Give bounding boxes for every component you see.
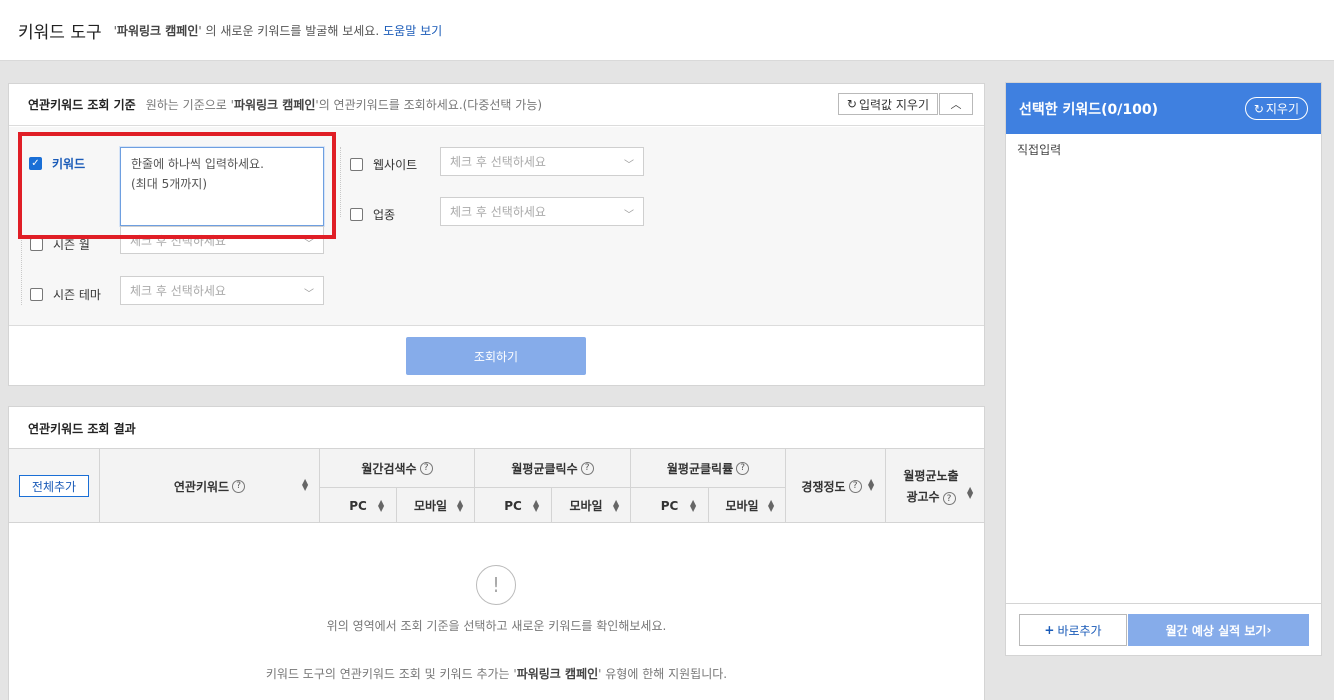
help-link[interactable]: 도움말 보기	[383, 22, 442, 39]
industry-select[interactable]: 체크 후 선택하세요 ﹀	[440, 197, 644, 226]
season-theme-label: 시즌 테마	[53, 288, 101, 302]
website-checkbox[interactable]	[350, 158, 363, 171]
col-ctr-pc[interactable]: PC	[631, 488, 708, 523]
criteria-title: 연관키워드 조회 기준	[28, 98, 136, 112]
website-option[interactable]: 웹사이트	[350, 156, 417, 173]
support-note: 키워드 도구의 연관키워드 조회 및 키워드 추가는 '파워링크 캠페인' 유형…	[265, 667, 728, 681]
clear-input-button[interactable]: ↻ 입력값 지우기	[837, 93, 938, 115]
quick-add-button[interactable]: + 바로추가	[1019, 614, 1127, 646]
criteria-body: ✓ 키워드 한줄에 하나씩 입력하세요. (최대 5개까지) 웹사이트 체크 후…	[9, 127, 984, 326]
direct-input-label[interactable]: 직접입력	[1017, 141, 1061, 158]
help-icon[interactable]: ?	[942, 492, 956, 506]
search-button[interactable]: 조회하기	[406, 337, 586, 375]
add-all-button[interactable]: 전체추가	[19, 475, 89, 497]
industry-option[interactable]: 업종	[350, 206, 395, 223]
sort-icon[interactable]: ▲ ▼	[690, 499, 696, 513]
chevron-down-icon: ﹀	[304, 289, 314, 300]
help-icon[interactable]: ?	[419, 461, 433, 475]
criteria-panel: 연관키워드 조회 기준 원하는 기준으로 '파워링크 캠페인'의 연관키워드를 …	[8, 83, 985, 386]
sort-icon[interactable]: ▲ ▼	[378, 499, 384, 513]
selected-title: 선택한 키워드(0/100)	[1019, 101, 1159, 118]
results-header: 연관키워드 조회 결과	[9, 407, 984, 449]
chevron-up-icon: ︿	[950, 98, 962, 111]
season-theme-select[interactable]: 체크 후 선택하세요 ﹀	[120, 276, 324, 305]
col-avg-clicks: 월평균클릭수?	[475, 449, 630, 487]
results-title: 연관키워드 조회 결과	[28, 421, 136, 436]
col-avg-ads[interactable]: 월평균노출 광고수?	[886, 449, 976, 523]
plus-icon: +	[1044, 623, 1055, 637]
results-table-header: 연관키워드? ▲ ▼ 월간검색수? 월평균클릭수? 월평균클릭률? 경쟁정도? ▲…	[9, 448, 984, 523]
sort-icon[interactable]: ▲ ▼	[533, 499, 539, 513]
sort-icon[interactable]: ▲ ▼	[457, 499, 463, 513]
top-header: 키워드 도구 '파워링크 캠페인' 의 새로운 키워드를 발굴해 보세요. 도움…	[0, 0, 1334, 61]
industry-checkbox[interactable]	[350, 208, 363, 221]
website-select[interactable]: 체크 후 선택하세요 ﹀	[440, 147, 644, 176]
col-clicks-pc[interactable]: PC	[475, 488, 551, 523]
industry-label: 업종	[373, 208, 396, 222]
chevron-down-icon: ﹀	[624, 210, 634, 221]
season-theme-option[interactable]: 시즌 테마	[30, 286, 101, 303]
page-title: 키워드 도구	[18, 22, 102, 43]
col-search-pc[interactable]: PC	[320, 488, 396, 523]
season-month-checkbox[interactable]	[30, 238, 43, 251]
col-monthly-search: 월간검색수?	[320, 449, 474, 487]
criteria-description: 원하는 기준으로 '파워링크 캠페인'의 연관키워드를 조회하세요.(다중선택 …	[145, 98, 543, 112]
forecast-button[interactable]: 월간 예상 실적 보기 ›	[1128, 614, 1309, 646]
exclamation-icon: !	[476, 565, 516, 605]
help-icon[interactable]: ?	[848, 479, 862, 493]
sort-icon[interactable]: ▲ ▼	[613, 499, 619, 513]
col-keyword[interactable]: 연관키워드?	[100, 449, 319, 523]
website-label: 웹사이트	[373, 158, 418, 172]
selected-footer: + 바로추가 월간 예상 실적 보기 ›	[1006, 603, 1321, 655]
sort-icon[interactable]: ▲ ▼	[868, 478, 874, 492]
divider	[340, 147, 341, 217]
empty-message: 위의 영역에서 조회 기준을 선택하고 새로운 키워드를 확인해보세요.	[326, 619, 667, 633]
col-avg-ctr: 월평균클릭률?	[631, 449, 785, 487]
sort-icon[interactable]: ▲ ▼	[302, 478, 308, 492]
selected-keywords-panel: 선택한 키워드(0/100) ↻ 지우기 직접입력 + 바로추가 월간 예상 실…	[1005, 82, 1322, 656]
refresh-icon: ↻	[846, 97, 857, 111]
refresh-icon: ↻	[1253, 101, 1264, 116]
divider	[21, 235, 22, 305]
reset-button[interactable]: ↻ 지우기	[1244, 97, 1308, 120]
collapse-button[interactable]: ︿	[939, 93, 973, 115]
chevron-right-icon: ›	[1266, 623, 1272, 637]
highlight-annotation	[18, 132, 336, 239]
help-icon[interactable]: ?	[232, 479, 246, 493]
sort-icon[interactable]: ▲ ▼	[768, 499, 774, 513]
help-icon[interactable]: ?	[580, 461, 594, 475]
sort-icon[interactable]: ▲ ▼	[967, 486, 973, 500]
help-icon[interactable]: ?	[736, 461, 750, 475]
page-description: '파워링크 캠페인' 의 새로운 키워드를 발굴해 보세요.	[113, 23, 380, 38]
season-theme-checkbox[interactable]	[30, 288, 43, 301]
results-panel: 연관키워드 조회 결과 연관키워드? ▲ ▼ 월간검색수? 월평균클릭수? 월평균…	[8, 406, 985, 700]
chevron-down-icon: ﹀	[624, 160, 634, 171]
